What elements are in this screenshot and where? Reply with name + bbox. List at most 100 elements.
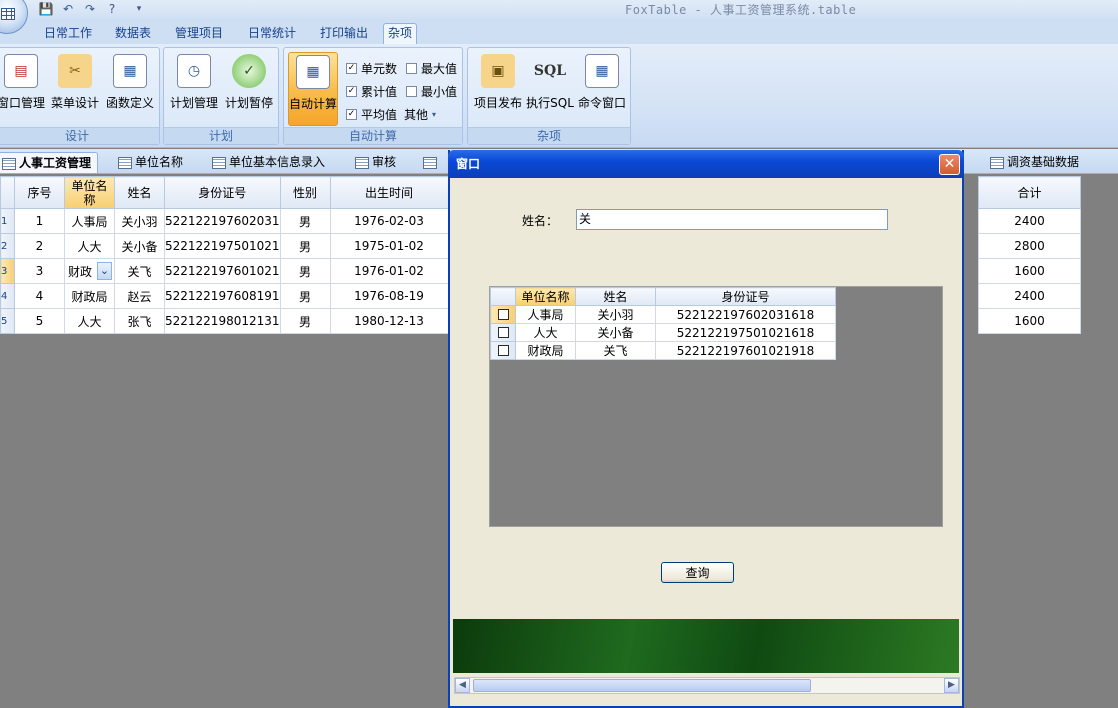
cell-seq[interactable]: 1: [14, 208, 65, 234]
cell-birth[interactable]: 1976-02-03: [329, 208, 449, 234]
cell-id[interactable]: 522122197501021: [164, 233, 281, 259]
cell-seq[interactable]: 4: [14, 283, 65, 309]
row-header[interactable]: 2: [0, 233, 15, 259]
cell-birth[interactable]: 1980-12-13: [329, 308, 449, 334]
result-cell-name[interactable]: 关小备: [575, 323, 656, 342]
table-row[interactable]: 2800: [978, 233, 1081, 259]
table-row[interactable]: 2 2 人大 关小备 522122197501021 男 1975-01-02: [0, 233, 463, 259]
cell-birth[interactable]: 1976-08-19: [329, 283, 449, 309]
table-row[interactable]: 1600: [978, 258, 1081, 284]
query-button[interactable]: 查询: [661, 562, 734, 583]
tab-daily-work[interactable]: 日常工作: [40, 24, 96, 44]
result-cell-unit[interactable]: 人事局: [515, 305, 576, 324]
table-row[interactable]: 2400: [978, 283, 1081, 309]
col-header-unit[interactable]: 单位名称: [64, 176, 115, 209]
col-header-seq[interactable]: 序号: [14, 176, 65, 209]
table-row[interactable]: 1 1 人事局 关小羽 522122197602031 男 1976-02-03: [0, 208, 463, 234]
cell-total[interactable]: 1600: [978, 258, 1081, 284]
cell-id[interactable]: 522122197608191: [164, 283, 281, 309]
cell-total[interactable]: 1600: [978, 308, 1081, 334]
col-header-name[interactable]: 姓名: [114, 176, 165, 209]
result-cell-unit[interactable]: 人大: [515, 323, 576, 342]
col-header-birth[interactable]: 出生时间: [329, 176, 449, 209]
doc-tab-partial[interactable]: [420, 152, 446, 173]
quick-access-dropdown-icon[interactable]: ▾: [134, 1, 144, 17]
check-max[interactable]: 最大值: [406, 60, 457, 77]
col-header-id[interactable]: 身份证号: [164, 176, 281, 209]
dialog-close-button[interactable]: ✕: [939, 154, 960, 175]
result-cell-id[interactable]: 522122197601021918: [655, 341, 836, 360]
result-row[interactable]: 财政局 关飞 522122197601021918: [490, 341, 836, 360]
plan-manage-button[interactable]: ◷ 计划管理: [168, 52, 220, 126]
result-row-checkbox[interactable]: [490, 341, 516, 360]
cell-total[interactable]: 2800: [978, 233, 1081, 259]
cell-dropdown-button[interactable]: ⌄: [97, 262, 112, 280]
auto-calc-button[interactable]: ▦ 自动计算: [288, 52, 338, 126]
row-header[interactable]: 4: [0, 283, 15, 309]
save-icon[interactable]: 💾: [38, 1, 54, 17]
cell-unit[interactable]: 人大: [64, 233, 115, 259]
cell-id[interactable]: 522122198012131: [164, 308, 281, 334]
dialog-title-bar[interactable]: 窗口 ✕: [448, 150, 964, 178]
cell-birth[interactable]: 1976-01-02: [329, 258, 449, 284]
tab-manage-project[interactable]: 管理项目: [171, 24, 227, 44]
table-row[interactable]: 2400: [978, 208, 1081, 234]
grid-corner[interactable]: [0, 176, 15, 209]
cell-gender[interactable]: 男: [279, 233, 331, 259]
redo-icon[interactable]: ↷: [82, 1, 98, 17]
undo-icon[interactable]: ↶: [60, 1, 76, 17]
result-grid-corner[interactable]: [490, 287, 516, 306]
check-cells[interactable]: ✓ 单元数: [346, 60, 397, 77]
result-cell-name[interactable]: 关小羽: [575, 305, 656, 324]
cell-id[interactable]: 522122197601021: [164, 258, 281, 284]
check-cumulative[interactable]: ✓ 累计值: [346, 83, 397, 100]
cell-seq[interactable]: 2: [14, 233, 65, 259]
result-row-checkbox[interactable]: [490, 323, 516, 342]
other-dropdown[interactable]: 其他 ▾: [404, 106, 436, 123]
check-min[interactable]: 最小值: [406, 83, 457, 100]
result-cell-id[interactable]: 522122197602031618: [655, 305, 836, 324]
col-header-total[interactable]: 合计: [978, 176, 1081, 209]
cell-name[interactable]: 张飞: [114, 308, 165, 334]
cell-name[interactable]: 关小羽: [114, 208, 165, 234]
doc-tab-audit[interactable]: 审核: [352, 152, 396, 173]
tab-data-table[interactable]: 数据表: [111, 24, 155, 44]
command-window-button[interactable]: ▦ 命令窗口: [576, 52, 628, 126]
col-header-gender[interactable]: 性别: [279, 176, 331, 209]
table-row[interactable]: 4 4 财政局 赵云 522122197608191 男 1976-08-19: [0, 283, 463, 309]
cell-unit-editing[interactable]: 财政 ⌄: [64, 258, 115, 284]
doc-tab-hr-salary[interactable]: 人事工资管理: [0, 152, 99, 173]
cell-id[interactable]: 522122197602031: [164, 208, 281, 234]
cell-gender[interactable]: 男: [279, 258, 331, 284]
cell-birth[interactable]: 1975-01-02: [329, 233, 449, 259]
tab-misc[interactable]: 杂项: [383, 23, 418, 45]
plan-pause-button[interactable]: ✓ 计划暂停: [222, 52, 276, 126]
doc-tab-unit-name[interactable]: 单位名称: [115, 152, 183, 173]
horizontal-scrollbar[interactable]: ◀ ▶: [454, 677, 960, 694]
doc-tab-salary-base-data[interactable]: 调资基础数据: [987, 152, 1079, 173]
cell-total[interactable]: 2400: [978, 208, 1081, 234]
table-row[interactable]: 3 3 财政 ⌄ 关飞 522122197601021 男 1976-01-02: [0, 258, 463, 284]
check-avg[interactable]: ✓ 平均值: [346, 106, 397, 123]
result-cell-id[interactable]: 522122197501021618: [655, 323, 836, 342]
tab-print-output[interactable]: 打印输出: [316, 24, 372, 44]
result-row[interactable]: 人大 关小备 522122197501021618: [490, 323, 836, 342]
cell-total[interactable]: 2400: [978, 283, 1081, 309]
cell-seq[interactable]: 5: [14, 308, 65, 334]
table-row[interactable]: 5 5 人大 张飞 522122198012131 男 1980-12-13: [0, 308, 463, 334]
tab-daily-stats[interactable]: 日常统计: [244, 24, 300, 44]
cell-name[interactable]: 赵云: [114, 283, 165, 309]
function-define-button[interactable]: ▦ 函数定义: [103, 52, 157, 126]
name-input[interactable]: 关: [576, 209, 888, 230]
row-header-selected[interactable]: 3: [0, 258, 15, 284]
result-cell-name[interactable]: 关飞: [575, 341, 656, 360]
menu-design-button[interactable]: ✂ 菜单设计: [49, 52, 101, 126]
cell-unit[interactable]: 人事局: [64, 208, 115, 234]
window-manager-button[interactable]: ▤ 窗口管理: [0, 52, 45, 126]
scroll-thumb[interactable]: [473, 679, 811, 692]
cell-gender[interactable]: 男: [279, 283, 331, 309]
scroll-left-icon[interactable]: ◀: [455, 678, 470, 693]
result-row[interactable]: 人事局 关小羽 522122197602031618: [490, 305, 836, 324]
scroll-right-icon[interactable]: ▶: [944, 678, 959, 693]
result-col-id[interactable]: 身份证号: [655, 287, 836, 306]
